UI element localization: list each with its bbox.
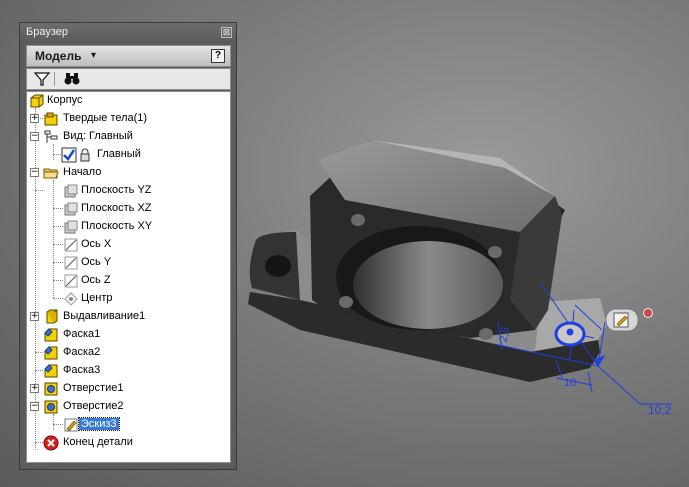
tree-item-label: Плоскость XY: [81, 220, 153, 232]
left-lug-hole: [265, 255, 291, 277]
hole-icon: [44, 400, 58, 414]
tree-item-plane-xz[interactable]: Плоскость XZ: [27, 200, 227, 218]
tree-item-label: Ось X: [81, 238, 112, 250]
collapse-icon[interactable]: −: [30, 168, 39, 177]
bolt-hole[interactable]: [488, 246, 502, 258]
tree-item-label: Начало: [63, 166, 102, 178]
lock-icon: [80, 148, 90, 162]
tree-item-view-rep[interactable]: − Вид: Главный: [27, 128, 227, 146]
part-body[interactable]: [248, 140, 607, 382]
tree-item-solid-bodies[interactable]: + Твердые тела(1): [27, 110, 227, 128]
tree-item-axis-x[interactable]: Ось X: [27, 236, 227, 254]
tree-item-label: Главный: [97, 148, 141, 160]
tree-item-label: Фаска3: [63, 364, 101, 376]
tree-item-label: Корпус: [47, 94, 83, 106]
view-rep-icon: [44, 130, 58, 143]
chamfer-icon: [44, 346, 58, 360]
tree-item-axis-y[interactable]: Ось Y: [27, 254, 227, 272]
tree-item-view-main[interactable]: Главный: [27, 146, 227, 164]
tree-item-center-point[interactable]: Центр: [27, 290, 227, 308]
checkbox-checked-icon[interactable]: [61, 147, 77, 163]
browser-toolbar: [26, 68, 231, 90]
axis-icon: [64, 238, 78, 252]
tree-item-sketch3[interactable]: Эскиз3: [27, 416, 227, 434]
tree-item-label: Фаска1: [63, 328, 101, 340]
panel-title: Браузер: [26, 26, 68, 38]
sketch-icon: [64, 418, 78, 432]
tree-item-label: Эскиз3: [78, 417, 120, 431]
chamfer-icon: [44, 364, 58, 378]
axis-icon: [64, 274, 78, 288]
model-dropdown-label: Модель: [35, 49, 82, 63]
tree-item-label: Плоскость YZ: [81, 184, 152, 196]
part-icon: [30, 94, 44, 108]
axis-icon: [64, 256, 78, 270]
tree-item-label: Центр: [81, 292, 113, 304]
close-icon[interactable]: [643, 308, 653, 318]
expand-icon[interactable]: +: [30, 114, 39, 123]
close-icon[interactable]: ⊠: [221, 27, 232, 38]
tree-item-origin[interactable]: − Начало: [27, 164, 227, 182]
tree-item-chamfer3[interactable]: Фаска3: [27, 362, 227, 380]
solid-bodies-icon: [44, 112, 58, 126]
panel-titlebar[interactable]: Браузер ⊠: [20, 23, 236, 43]
bolt-hole[interactable]: [339, 296, 353, 308]
bolt-hole[interactable]: [479, 328, 493, 340]
expand-icon[interactable]: +: [30, 312, 39, 321]
tree-item-label: Выдавливание1: [63, 310, 146, 322]
tree-item-plane-xy[interactable]: Плоскость XY: [27, 218, 227, 236]
tree-item-part[interactable]: Корпус: [27, 92, 227, 110]
bore-inner-surface: [353, 241, 503, 329]
tree-item-label: Вид: Главный: [63, 130, 133, 142]
plane-icon: [64, 202, 78, 216]
tree-item-chamfer2[interactable]: Фаска2: [27, 344, 227, 362]
tree-item-label: Плоскость XZ: [81, 202, 152, 214]
tree-item-hole2[interactable]: − Отверстие2: [27, 398, 227, 416]
center-point-icon: [64, 292, 78, 306]
collapse-icon[interactable]: −: [30, 402, 39, 411]
extrude-icon: [46, 309, 58, 324]
sketch-center-mark: [566, 328, 574, 336]
tree-item-label: Отверстие2: [63, 400, 124, 412]
browser-panel: Браузер ⊠ Модель ▾ ? Корпус + Твердые те…: [19, 22, 237, 470]
plane-icon: [64, 220, 78, 234]
end-of-part-icon: [43, 435, 59, 451]
tree-item-end-of-part[interactable]: Конец детали: [27, 434, 227, 452]
tree-item-extrude1[interactable]: + Выдавливание1: [27, 308, 227, 326]
tree-item-label: Фаска2: [63, 346, 101, 358]
dimension-10-2[interactable]: 10,2: [648, 403, 672, 417]
binoculars-icon[interactable]: [63, 71, 81, 87]
sketch-edit-icon[interactable]: [605, 308, 639, 332]
folder-icon: [43, 168, 59, 179]
tree-item-label: Ось Z: [81, 274, 111, 286]
tree-item-chamfer1[interactable]: Фаска1: [27, 326, 227, 344]
chamfer-icon: [44, 328, 58, 342]
plane-icon: [64, 184, 78, 198]
dimension-10[interactable]: 10: [564, 377, 576, 389]
bolt-hole[interactable]: [351, 214, 365, 226]
collapse-icon[interactable]: −: [30, 132, 39, 141]
tree-item-label: Конец детали: [63, 436, 133, 448]
model-tree[interactable]: Корпус + Твердые тела(1) − Вид: Главный: [26, 91, 231, 463]
hole-icon: [44, 382, 58, 396]
toolbar-divider: [54, 72, 55, 86]
tree-item-label: Ось Y: [81, 256, 112, 268]
filter-icon[interactable]: [33, 71, 51, 87]
tree-item-label: Отверстие1: [63, 382, 124, 394]
tree-item-plane-yz[interactable]: Плоскость YZ: [27, 182, 227, 200]
tree-item-label: Твердые тела(1): [63, 112, 148, 124]
chevron-down-icon: ▾: [91, 50, 97, 61]
tree-item-hole1[interactable]: + Отверстие1: [27, 380, 227, 398]
model-dropdown[interactable]: Модель ▾ ?: [26, 45, 231, 67]
tree-item-axis-z[interactable]: Ось Z: [27, 272, 227, 290]
expand-icon[interactable]: +: [30, 384, 39, 393]
help-button[interactable]: ?: [211, 49, 225, 63]
